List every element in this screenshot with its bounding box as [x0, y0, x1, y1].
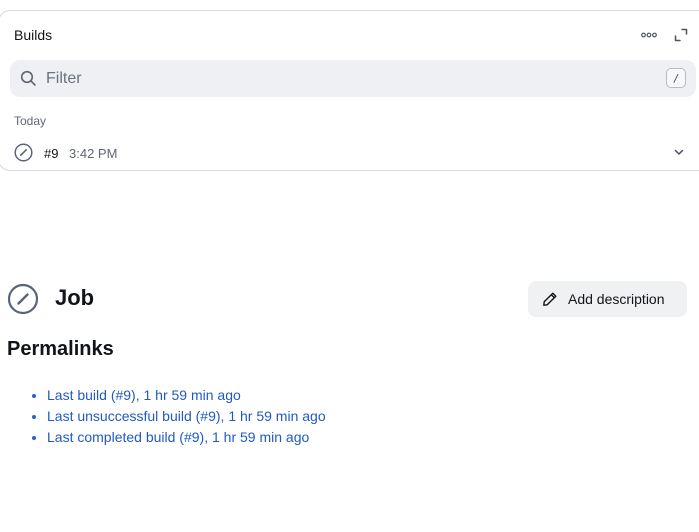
- add-description-label: Add description: [568, 291, 665, 307]
- build-number: #9: [44, 146, 59, 161]
- build-time: 3:42 PM: [69, 146, 118, 161]
- filter-input[interactable]: [46, 60, 646, 97]
- permalink-last-unsuccessful-build[interactable]: Last unsuccessful build (#9), 1 hr 59 mi…: [47, 408, 326, 424]
- job-title: Job: [55, 285, 95, 310]
- filter-shortcut-key: /: [666, 68, 686, 88]
- permalinks-list: Last build (#9), 1 hr 59 min ago Last un…: [27, 385, 326, 448]
- permalinks-title: Permalinks: [7, 338, 114, 360]
- job-status-icon: [7, 283, 39, 320]
- aborted-status-icon: [14, 143, 33, 167]
- filter-box: /: [10, 60, 696, 97]
- build-row[interactable]: #9 3:42 PM: [1, 140, 699, 166]
- list-item: Last build (#9), 1 hr 59 min ago: [47, 385, 326, 406]
- pencil-icon: [542, 291, 558, 307]
- add-description-button[interactable]: Add description: [528, 281, 687, 317]
- more-options-icon[interactable]: [639, 25, 659, 45]
- builds-panel: Builds / Today #9: [0, 10, 699, 171]
- list-item: Last completed build (#9), 1 hr 59 min a…: [47, 427, 326, 448]
- permalink-last-completed-build[interactable]: Last completed build (#9), 1 hr 59 min a…: [47, 429, 309, 445]
- group-label-today: Today: [14, 114, 47, 128]
- list-item: Last unsuccessful build (#9), 1 hr 59 mi…: [47, 406, 326, 427]
- builds-title: Builds: [14, 27, 53, 43]
- chevron-down-icon[interactable]: [673, 145, 685, 163]
- search-icon: [20, 70, 37, 92]
- permalink-last-build[interactable]: Last build (#9), 1 hr 59 min ago: [47, 387, 241, 403]
- expand-icon[interactable]: [671, 25, 691, 45]
